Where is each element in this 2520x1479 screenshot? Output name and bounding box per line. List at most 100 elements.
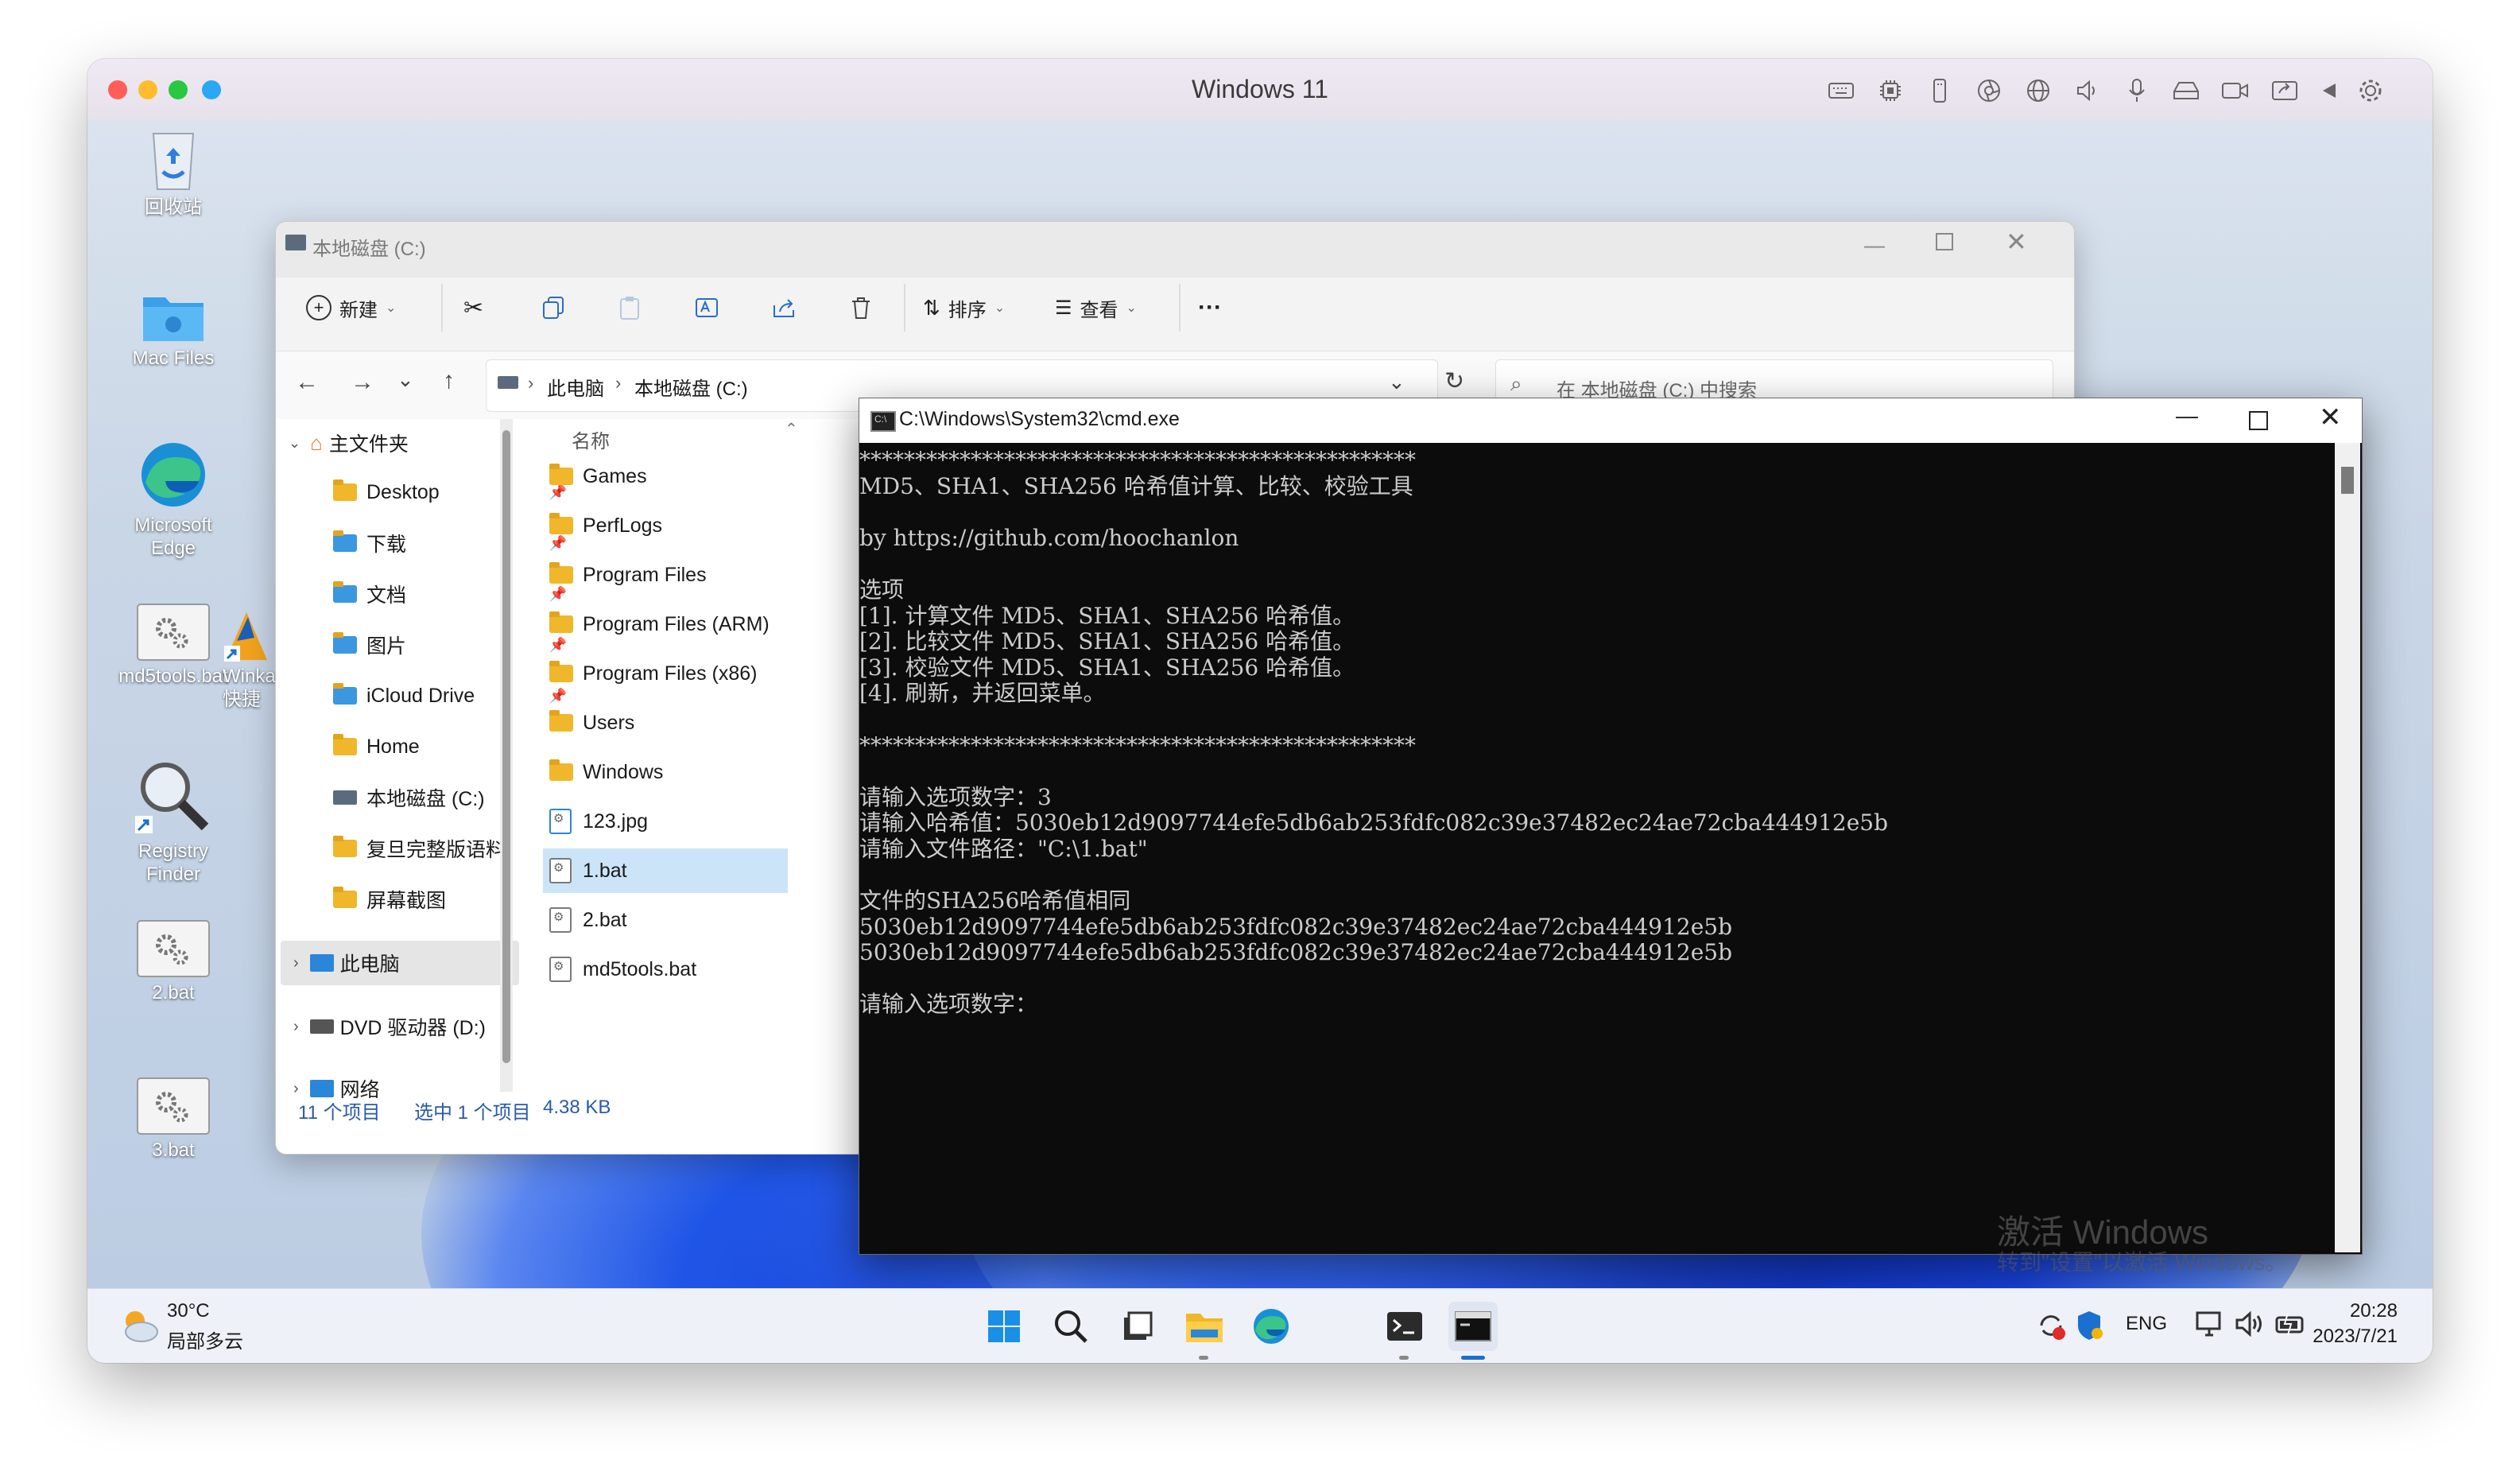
sort-button[interactable]: ⇅ 排序 ⌄	[923, 285, 1005, 330]
nav-item-screenshots[interactable]: 屏幕截图	[333, 877, 572, 922]
nav-this-pc[interactable]: › 此电脑	[281, 941, 519, 985]
new-button[interactable]: + 新建 ⌄	[306, 285, 396, 330]
icloud-folder-icon	[333, 683, 357, 705]
file-row-program-files-arm[interactable]: Program Files (ARM)	[549, 602, 891, 646]
back-arrow-icon[interactable]: ←	[295, 369, 319, 396]
desktop-icon-mac-files[interactable]: Mac Files	[110, 288, 237, 370]
nav-scrollbar-track[interactable]	[500, 419, 513, 1092]
cmd-minimize-button[interactable]: —	[2176, 403, 2198, 429]
network-icon[interactable]	[2194, 1310, 2226, 1342]
gear-icon[interactable]	[2356, 76, 2385, 105]
security-shield-icon[interactable]	[2075, 1310, 2103, 1345]
volume-icon[interactable]	[2234, 1310, 2266, 1342]
nav-item-icloud[interactable]: iCloud Drive 📌	[333, 674, 572, 718]
file-row-users[interactable]: Users	[549, 701, 891, 745]
cmd-icon[interactable]	[1448, 1302, 1498, 1351]
desktop-icon-2-bat[interactable]: 2.bat	[110, 919, 237, 1004]
clock-time[interactable]: 20:28	[2334, 1300, 2398, 1322]
share-icon[interactable]	[772, 285, 797, 330]
weather-temp[interactable]: 30°C	[167, 1300, 210, 1322]
delete-icon[interactable]	[850, 285, 872, 330]
copy-icon[interactable]	[541, 285, 565, 330]
breadcrumb-drive[interactable]: 本地磁盘 (C:)	[634, 373, 748, 401]
file-row-md5tools-bat[interactable]: md5tools.bat	[549, 947, 891, 992]
usb-icon[interactable]	[1925, 76, 1954, 105]
cpu-icon[interactable]	[1876, 76, 1905, 105]
cmd-close-button[interactable]: ✕	[2319, 402, 2342, 433]
nav-item-desktop[interactable]: Desktop 📌	[333, 470, 572, 514]
refresh-icon[interactable]: ↻	[1444, 367, 1464, 395]
file-row-program-files-x86[interactable]: Program Files (x86)	[549, 651, 891, 696]
file-explorer-icon[interactable]	[1180, 1302, 1229, 1351]
cmd-scrollbar-thumb[interactable]	[2341, 467, 2354, 494]
file-row-2-bat[interactable]: 2.bat	[549, 898, 891, 942]
edge-icon[interactable]	[1246, 1302, 1296, 1351]
desktop-icon-edge[interactable]: Microsoft Edge	[110, 439, 237, 560]
play-back-icon[interactable]	[2315, 76, 2344, 105]
explorer-maximize-button[interactable]	[1936, 233, 1953, 250]
file-row-perflogs[interactable]: PerfLogs	[549, 503, 891, 548]
clock-date[interactable]: 2023/7/21	[2294, 1326, 2398, 1348]
keyboard-icon[interactable]	[1827, 76, 1855, 105]
start-icon[interactable]	[979, 1302, 1029, 1351]
nav-item-local-disk[interactable]: 本地磁盘 (C:)	[333, 775, 572, 820]
share-screen-icon[interactable]	[2270, 76, 2299, 105]
breadcrumb-this-pc[interactable]: 此电脑	[547, 373, 604, 401]
desktop-icon-recycle-bin[interactable]: 回收站	[110, 126, 237, 219]
forward-arrow-icon[interactable]: →	[351, 369, 374, 396]
folder-icon	[549, 611, 573, 633]
rename-icon[interactable]	[694, 285, 719, 330]
recent-chevron-icon[interactable]: ⌄	[397, 367, 414, 392]
terminal-icon[interactable]	[1380, 1302, 1429, 1351]
column-header-name[interactable]: 名称	[572, 425, 610, 453]
globe-icon[interactable]	[2024, 76, 2053, 105]
download-folder-icon	[333, 530, 357, 552]
nav-item-home-folder[interactable]: Home	[333, 724, 572, 769]
input-language[interactable]: ENG	[2126, 1313, 2167, 1335]
nav-item-fudan[interactable]: 复旦完整版语料	[333, 826, 572, 871]
microphone-icon[interactable]	[2123, 76, 2151, 105]
file-row-games[interactable]: Games	[549, 454, 891, 499]
file-row-windows[interactable]: Windows	[549, 750, 891, 794]
nav-item-downloads[interactable]: 下载 📌	[333, 521, 572, 565]
nav-dvd[interactable]: › DVD 驱动器 (D:)	[281, 1004, 519, 1049]
cut-icon[interactable]: ✂	[463, 285, 483, 330]
folder-icon	[333, 479, 357, 501]
desktop-icon-registry-finder[interactable]: Registry Finder	[110, 757, 237, 886]
nav-scrollbar-thumb[interactable]	[502, 430, 510, 1063]
file-row-123-jpg[interactable]: 123.jpg	[549, 799, 891, 844]
nav-item-pictures[interactable]: 图片 📌	[333, 623, 572, 667]
file-row-1-bat[interactable]: 1.bat	[543, 848, 788, 893]
video-icon[interactable]	[2221, 76, 2250, 105]
nav-home[interactable]: ⌄ ⌂ 主文件夹	[289, 421, 527, 465]
explorer-minimize-button[interactable]: —	[1864, 233, 1885, 258]
file-name: Program Files	[583, 563, 707, 586]
explorer-close-button[interactable]: ✕	[2006, 227, 2027, 257]
search-icon[interactable]	[1046, 1302, 1095, 1351]
nav-item-documents[interactable]: 文档 📌	[333, 572, 572, 616]
desktop-icon-md5tools[interactable]: md5tools.bat	[110, 603, 237, 688]
more-options-button[interactable]: ···	[1198, 285, 1222, 330]
up-arrow-icon[interactable]: ↑	[443, 367, 455, 394]
nav-label: 此电脑	[339, 953, 400, 976]
console-line: 选项	[859, 576, 905, 603]
cmd-icon: C:\	[870, 411, 896, 432]
disk-icon[interactable]	[2172, 76, 2200, 105]
sync-alert-icon[interactable]	[2035, 1310, 2067, 1345]
task-view-icon[interactable]	[1113, 1302, 1162, 1351]
speaker-icon[interactable]	[2073, 76, 2102, 105]
nav-label: 本地磁盘 (C:)	[366, 788, 485, 810]
console-line: 5030eb12d9097744efe5db6ab253fdfc082c39e3…	[859, 939, 1733, 966]
weather-icon[interactable]	[116, 1303, 161, 1352]
console-line: [1]. 计算文件 MD5、SHA1、SHA256 哈希值。	[859, 602, 1355, 629]
cmd-console-output[interactable]: ****************************************…	[859, 447, 2330, 1251]
cmd-maximize-button[interactable]	[2249, 411, 2268, 430]
address-chevron-icon[interactable]: ⌄	[1388, 370, 1405, 394]
weather-desc[interactable]: 局部多云	[167, 1326, 243, 1353]
camera-aperture-icon[interactable]	[1975, 76, 2003, 105]
view-button[interactable]: ☰ 查看 ⌄	[1055, 285, 1137, 330]
desktop-icon-3-bat[interactable]: 3.bat	[110, 1077, 237, 1162]
cmd-scrollbar-track[interactable]	[2335, 443, 2360, 1252]
file-row-program-files[interactable]: Program Files	[549, 553, 891, 597]
